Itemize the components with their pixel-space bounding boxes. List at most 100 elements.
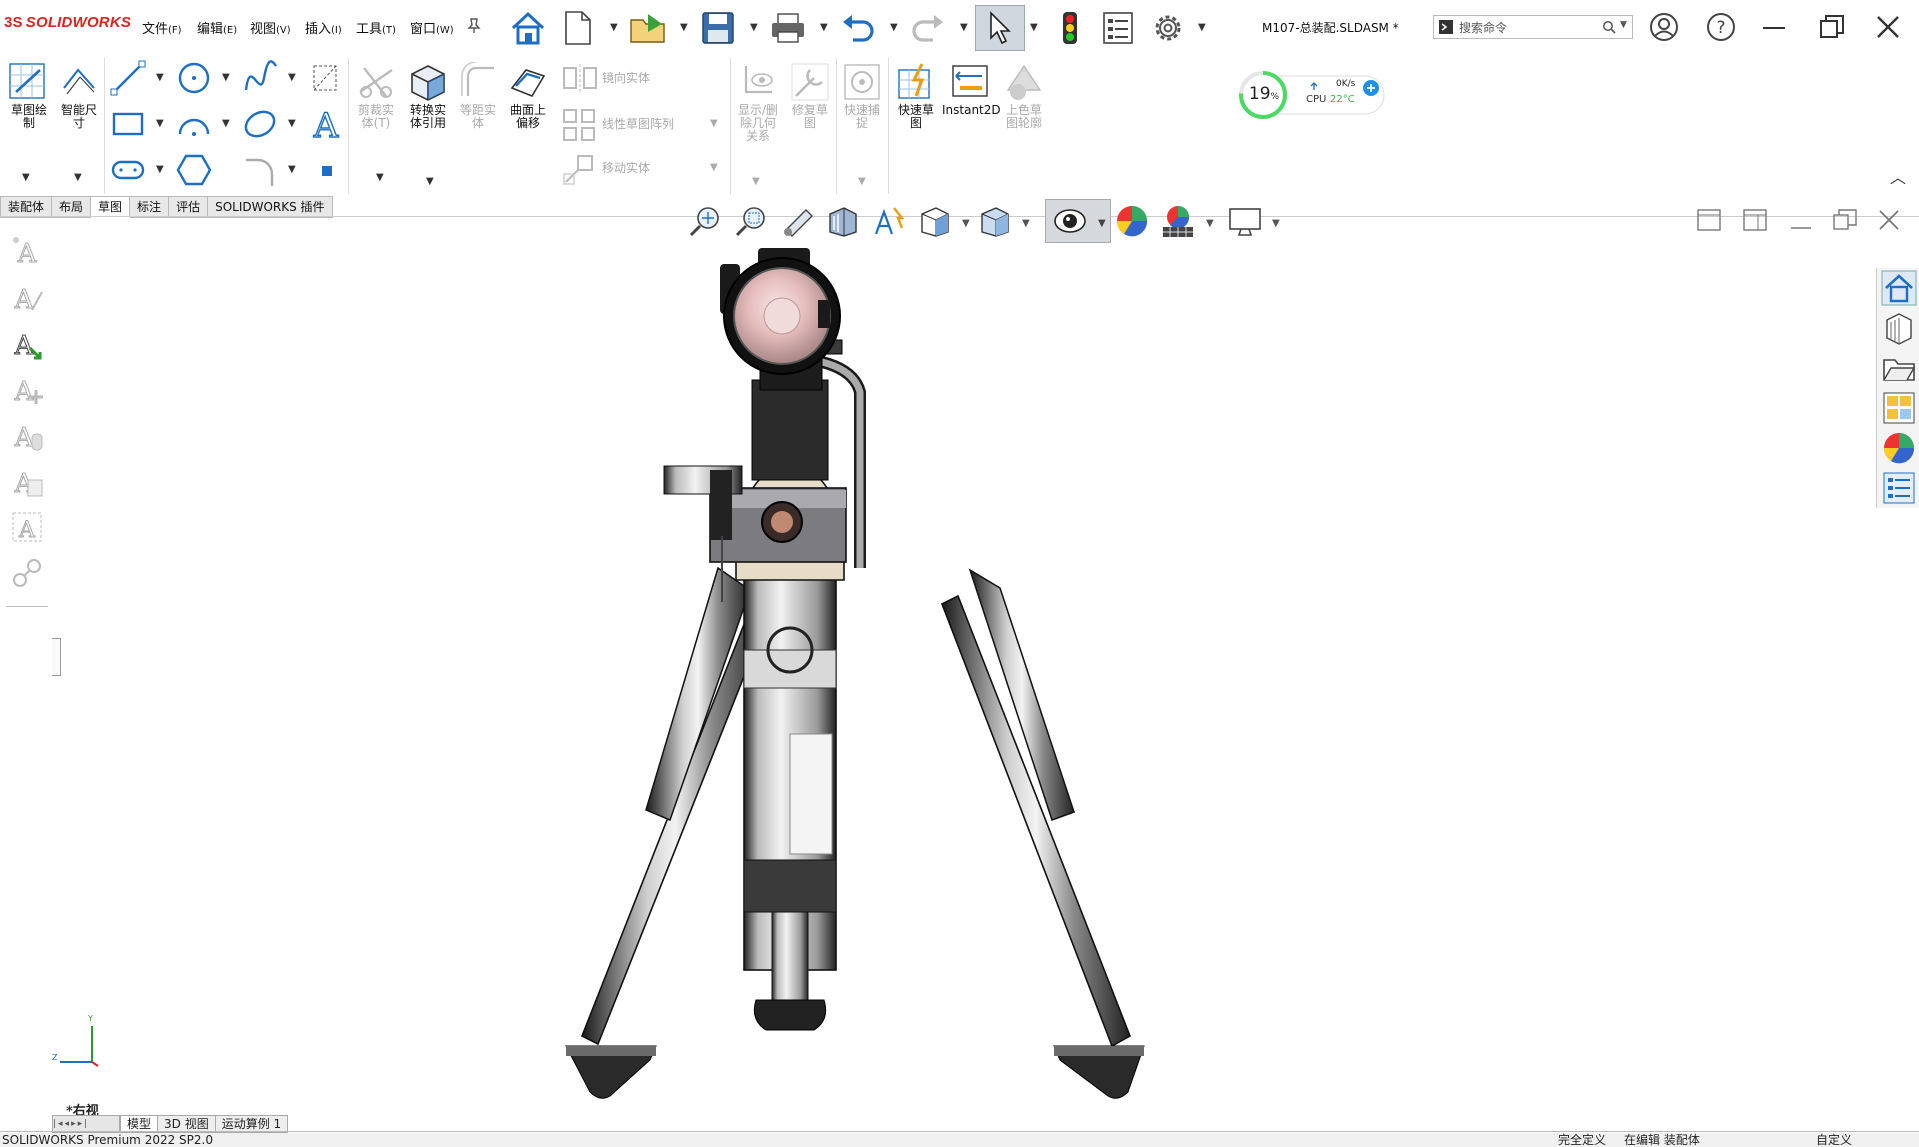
status-units[interactable]: 自定义: [1816, 1133, 1852, 1147]
viewport-restore-icon[interactable]: [1832, 208, 1858, 235]
tab-markup[interactable]: 标注: [130, 196, 170, 218]
add-annotation-icon[interactable]: A: [10, 372, 44, 408]
section-view-icon[interactable]: [824, 202, 862, 240]
custom-properties-icon[interactable]: [1881, 470, 1917, 506]
quick-snaps-dropdown-icon[interactable]: ▼: [858, 176, 866, 187]
magnetic-line-icon[interactable]: A: [10, 418, 44, 454]
print-icon[interactable]: [766, 6, 810, 50]
help-icon[interactable]: ?: [1703, 10, 1739, 44]
undo-icon[interactable]: [836, 6, 880, 50]
auto-balloon-icon[interactable]: A: [10, 326, 44, 362]
display-style-dropdown-icon[interactable]: ▼: [1022, 218, 1030, 229]
slot-icon[interactable]: [110, 152, 146, 188]
quick-snaps-icon[interactable]: [842, 62, 882, 102]
surface-finish-icon[interactable]: A: [10, 464, 44, 500]
apply-scene-icon[interactable]: [1159, 202, 1197, 240]
offset-entities-icon[interactable]: [458, 61, 498, 102]
cpu-monitor-widget[interactable]: 19% 0K/s CPU 22°C: [1238, 70, 1388, 120]
offset-on-surface-icon[interactable]: [508, 62, 548, 102]
menu-edit[interactable]: 编辑(E): [197, 18, 237, 37]
linear-pattern-icon[interactable]: [562, 108, 598, 144]
new-document-icon[interactable]: [556, 6, 600, 50]
mirror-entities-icon[interactable]: [562, 64, 598, 92]
view-settings-icon[interactable]: [1226, 202, 1264, 240]
arc-icon[interactable]: [176, 106, 212, 142]
search-icon[interactable]: [1602, 20, 1616, 34]
save-dropdown-icon[interactable]: ▼: [750, 22, 758, 33]
menu-view[interactable]: 视图(V): [250, 18, 291, 37]
line-icon[interactable]: [110, 60, 146, 96]
spline-icon[interactable]: [242, 60, 278, 96]
ellipse-dropdown-icon[interactable]: ▼: [288, 118, 296, 129]
options-dropdown-icon[interactable]: ▼: [1198, 22, 1206, 33]
relations-dropdown-icon[interactable]: ▼: [752, 176, 760, 187]
slot-dropdown-icon[interactable]: ▼: [156, 164, 164, 175]
sketch-draw-icon[interactable]: [6, 62, 50, 102]
dynamic-annotation-views-icon[interactable]: [870, 202, 908, 240]
smart-dimension-dropdown-icon[interactable]: ▼: [74, 172, 82, 183]
polygon-icon[interactable]: [176, 152, 212, 188]
viewport-tile-left-icon[interactable]: [1696, 208, 1722, 235]
construction-geometry-icon[interactable]: [310, 62, 340, 94]
appearances-scenes-icon[interactable]: [1881, 430, 1917, 466]
viewport-tile-right-icon[interactable]: [1742, 208, 1768, 235]
smart-dimension-icon[interactable]: [58, 62, 102, 102]
redo-dropdown-icon[interactable]: ▼: [960, 22, 968, 33]
file-explorer-icon[interactable]: [1881, 350, 1917, 386]
spline-dropdown-icon[interactable]: ▼: [288, 72, 296, 83]
sketch-tools-dropdown-icon[interactable]: ▼: [376, 172, 384, 183]
tab-assembly[interactable]: 装配体: [0, 196, 53, 218]
view-palette-icon[interactable]: [1881, 390, 1917, 426]
line-dropdown-icon[interactable]: ▼: [156, 72, 164, 83]
display-delete-relations-icon[interactable]: [738, 62, 778, 102]
text-icon[interactable]: A: [308, 105, 344, 146]
close-icon[interactable]: [1870, 10, 1906, 44]
menu-insert[interactable]: 插入(I): [305, 18, 342, 37]
edit-appearance-icon[interactable]: [1113, 202, 1151, 240]
minimize-icon[interactable]: [1756, 10, 1792, 44]
zoom-to-area-icon[interactable]: [732, 202, 770, 240]
previous-view-icon[interactable]: [778, 202, 816, 240]
ellipse-icon[interactable]: [242, 106, 278, 142]
shaded-sketch-contours-icon[interactable]: [1004, 62, 1044, 102]
file-properties-icon[interactable]: [1096, 6, 1140, 50]
options-gear-icon[interactable]: [1146, 6, 1190, 50]
instant2d-icon[interactable]: [950, 62, 990, 102]
rectangle-dropdown-icon[interactable]: ▼: [156, 118, 164, 129]
point-icon[interactable]: [320, 164, 334, 178]
tab-layout[interactable]: 布局: [52, 196, 92, 218]
select-dropdown-icon[interactable]: ▼: [1030, 22, 1038, 33]
new-dropdown-icon[interactable]: ▼: [610, 22, 618, 33]
search-input[interactable]: 搜索命令: [1459, 19, 1507, 36]
view-settings-dropdown-icon[interactable]: ▼: [1272, 218, 1280, 229]
display-style-icon[interactable]: [976, 202, 1014, 240]
design-library-icon[interactable]: [1881, 310, 1917, 346]
task-pane-home-icon[interactable]: [1881, 270, 1917, 306]
restore-icon[interactable]: [1814, 10, 1850, 44]
search-dropdown-icon[interactable]: ▼: [1620, 20, 1627, 30]
zoom-to-fit-icon[interactable]: [686, 202, 724, 240]
weld-symbol-icon[interactable]: A: [10, 510, 44, 544]
circle-icon[interactable]: [176, 60, 212, 96]
move-entities-dropdown-icon[interactable]: ▼: [710, 162, 718, 173]
tab-evaluate[interactable]: 评估: [169, 196, 209, 218]
collapse-ribbon-icon[interactable]: ︿: [1890, 164, 1906, 188]
select-icon[interactable]: [975, 5, 1025, 51]
tripod-3d-model[interactable]: [560, 240, 1360, 1100]
search-box[interactable]: 搜索命令 ▼: [1433, 15, 1633, 39]
apply-scene-dropdown-icon[interactable]: ▼: [1206, 218, 1214, 229]
more-sketch-dropdown-icon[interactable]: ▼: [426, 176, 434, 187]
convert-entities-icon[interactable]: [408, 62, 448, 102]
undo-dropdown-icon[interactable]: ▼: [890, 22, 898, 33]
feature-manager-collapse-handle[interactable]: [52, 638, 61, 676]
print-dropdown-icon[interactable]: ▼: [820, 22, 828, 33]
hole-callout-icon[interactable]: [10, 556, 44, 590]
menu-file[interactable]: 文件(F): [142, 18, 182, 37]
sketch-dropdown-icon[interactable]: ▼: [22, 172, 30, 183]
move-entities-icon[interactable]: [562, 152, 598, 188]
linear-pattern-dropdown-icon[interactable]: ▼: [710, 118, 718, 129]
arc-dropdown-icon[interactable]: ▼: [222, 118, 230, 129]
tab-sketch[interactable]: 草图: [91, 196, 131, 218]
open-icon[interactable]: [626, 6, 670, 50]
rapid-sketch-icon[interactable]: [896, 62, 936, 102]
